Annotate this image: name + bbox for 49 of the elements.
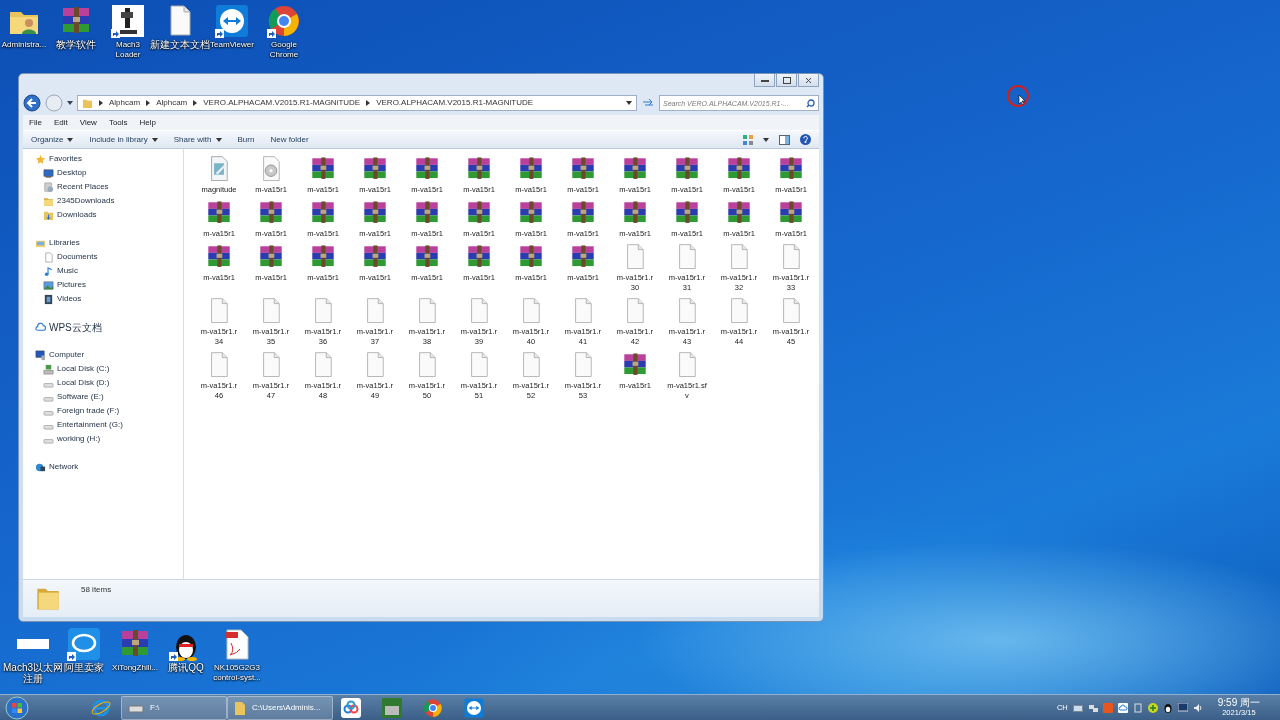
menu-item[interactable]: View bbox=[73, 116, 103, 129]
icon-label[interactable]: NK105G2G3 control-syst... bbox=[213, 663, 261, 683]
menu-item[interactable]: Edit bbox=[47, 116, 74, 129]
icon-label[interactable]: 腾讯QQ bbox=[168, 663, 204, 674]
menu-item[interactable]: Tools bbox=[102, 116, 134, 129]
icon-label[interactable]: TeamViewer bbox=[210, 40, 254, 50]
breadcrumb[interactable]: VERO.ALPHACAM.V2015.R1-MAGNiTUDE bbox=[203, 97, 361, 109]
item-count: 58 items bbox=[81, 584, 112, 596]
icon-label[interactable]: Mach3以太网 注册 bbox=[3, 663, 63, 685]
nav-item[interactable]: Pictures bbox=[23, 278, 183, 292]
breadcrumb[interactable]: VERO.ALPHACAM.V2015.R1-MAGNiTUDE bbox=[376, 97, 534, 109]
icon-label[interactable]: XiTongZhili... bbox=[112, 663, 158, 673]
nav-item[interactable]: Entertainment (G:) bbox=[23, 418, 183, 432]
nav-item[interactable]: Downloads bbox=[23, 208, 183, 222]
toolbar-button[interactable]: Include in library bbox=[89, 133, 158, 146]
icon-label[interactable]: Mach3 Loader bbox=[115, 40, 141, 60]
nav-item[interactable]: WPS云文档 bbox=[23, 320, 183, 334]
nav-item[interactable]: Local Disk (C:) bbox=[23, 362, 183, 376]
icon-label[interactable]: 阿里卖家 bbox=[64, 663, 104, 674]
nav-item[interactable]: Music bbox=[23, 264, 183, 278]
nav-item[interactable]: Videos bbox=[23, 292, 183, 306]
nav-item[interactable]: Desktop bbox=[23, 166, 183, 180]
clock-time[interactable]: 9:59 周一 bbox=[1217, 698, 1260, 708]
taskbar-window-button[interactable]: F:\ bbox=[121, 695, 227, 720]
menu-item[interactable]: Help bbox=[133, 116, 163, 129]
nav-item[interactable]: Network bbox=[23, 460, 183, 474]
icon-label[interactable]: 新建文本文档 bbox=[150, 40, 210, 51]
nav-item[interactable]: Foreign trade (F:) bbox=[23, 404, 183, 418]
nav-item[interactable]: Recent Places bbox=[23, 180, 183, 194]
breadcrumb[interactable]: Alphcam bbox=[156, 97, 188, 109]
nav-item[interactable]: Libraries bbox=[23, 236, 183, 250]
toolbar-button[interactable]: Share with bbox=[173, 133, 222, 146]
address-bar[interactable]: Alphcam Alphcam VERO.ALPHACAM.V2015.R1-MAGNiTUDE VERO.ALPHACAM.V2015.R1-MAGNiTUDE bbox=[77, 95, 637, 111]
icon-label[interactable]: Google Chrome bbox=[269, 40, 299, 60]
menu-item[interactable]: File bbox=[23, 116, 48, 129]
breadcrumb[interactable]: Alphcam bbox=[109, 97, 141, 109]
nav-item[interactable]: Documents bbox=[23, 250, 183, 264]
nav-item[interactable]: Software (E:) bbox=[23, 390, 183, 404]
nav-item[interactable]: Local Disk (D:) bbox=[23, 376, 183, 390]
nav-item[interactable]: Favorites bbox=[23, 152, 183, 166]
icon-label[interactable]: 教学软件 bbox=[56, 40, 96, 51]
icon-label[interactable]: Administra... bbox=[1, 40, 47, 50]
nav-item[interactable]: Computer bbox=[23, 348, 183, 362]
taskbar-window-button[interactable]: C:\Users\Adminis... bbox=[227, 695, 333, 720]
nav-item[interactable]: 2345Downloads bbox=[23, 194, 183, 208]
toolbar-button[interactable]: Burn bbox=[237, 133, 255, 146]
toolbar-button[interactable]: Organize bbox=[31, 133, 74, 146]
toolbar-button[interactable]: New folder bbox=[270, 133, 309, 146]
nav-item[interactable]: working (H:) bbox=[23, 432, 183, 446]
